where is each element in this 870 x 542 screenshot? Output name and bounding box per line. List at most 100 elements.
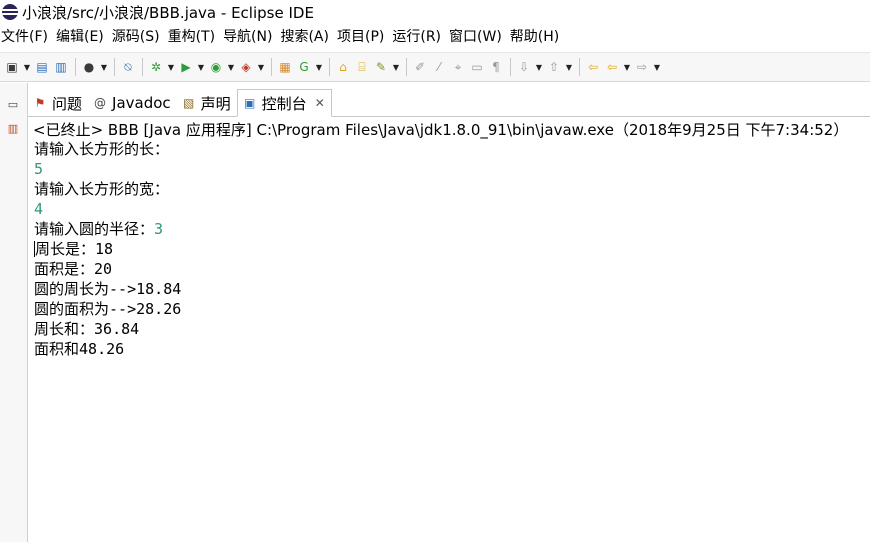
console-line: 面积是：20 <box>34 259 864 279</box>
debug-icon[interactable]: ✲ <box>147 58 165 76</box>
console-text: 圆的面积为 <box>34 300 110 318</box>
toolbar-separator <box>329 58 330 76</box>
menu-search[interactable]: 搜索(A) <box>280 26 336 46</box>
console-text: -->28.26 <box>109 300 182 318</box>
coverage-icon[interactable]: ◉ <box>207 58 225 76</box>
tab-label: 控制台 <box>261 94 307 113</box>
problems-icon: ⚑ <box>34 96 46 110</box>
back-icon[interactable]: ⇦ <box>603 58 621 76</box>
word-wrap-icon[interactable]: ▭ <box>468 58 486 76</box>
title-bar: 小浪浪/src/小浪浪/BBB.java - Eclipse IDE <box>0 0 870 24</box>
tab-label: 问题 <box>52 94 83 113</box>
console-line: 面积和48.26 <box>34 339 864 359</box>
window-title: 小浪浪/src/小浪浪/BBB.java - Eclipse IDE <box>22 3 314 22</box>
toolbar-separator <box>271 58 272 76</box>
toolbar-separator <box>406 58 407 76</box>
console-text: 20 <box>94 260 113 278</box>
last-edit-location-icon[interactable]: ⇦ <box>584 58 602 76</box>
run-icon[interactable]: ▶ <box>177 58 195 76</box>
forward-icon[interactable]: ⇨ <box>633 58 651 76</box>
tab-problems[interactable]: ⚑ 问题 <box>28 90 88 116</box>
console-line: 请输入长方形的宽： <box>34 180 170 198</box>
open-type-icon[interactable]: ⌂ <box>334 58 352 76</box>
console-text: 周长和： <box>34 320 95 338</box>
new-icon[interactable]: ▣ <box>3 58 21 76</box>
external-tools-icon[interactable]: ◈ <box>237 58 255 76</box>
menu-refactor[interactable]: 重构(T) <box>168 26 222 46</box>
console-line: 周长和：36.84 <box>34 319 864 339</box>
console-process-header: <已终止> BBB [Java 应用程序] C:\Program Files\J… <box>33 121 849 139</box>
previous-annotation-icon[interactable]: ⇧ <box>545 58 563 76</box>
menu-bar: 文件(F) 编辑(E) 源码(S) 重构(T) 导航(N) 搜索(A) 项目(P… <box>0 25 870 47</box>
external-tools-dropdown-icon[interactable]: ▼ <box>256 58 266 76</box>
restore-icon[interactable]: ▭ <box>6 97 20 111</box>
left-trim-bar: ▭ ▥ <box>0 83 28 542</box>
menu-window[interactable]: 窗口(W) <box>449 26 509 46</box>
run-dropdown-icon[interactable]: ▼ <box>196 58 206 76</box>
next-annotation-icon[interactable]: ⇩ <box>515 58 533 76</box>
tab-declaration[interactable]: ▧ 声明 <box>177 90 237 116</box>
console-line: 请输入圆的半径：3 <box>34 219 864 239</box>
next-annotation-dropdown-icon[interactable]: ▼ <box>534 58 544 76</box>
close-tab-icon[interactable]: ✕ <box>315 96 325 110</box>
tab-javadoc[interactable]: @ Javadoc <box>88 90 177 116</box>
console-text: 请输入圆的半径： <box>34 220 155 238</box>
toolbar-separator <box>75 58 76 76</box>
toolbar-separator <box>114 58 115 76</box>
toggle-breadcrumb-icon[interactable]: ⁄ <box>430 58 448 76</box>
menu-file[interactable]: 文件(F) <box>1 26 55 46</box>
toolbar-separator <box>142 58 143 76</box>
menu-project[interactable]: 项目(P) <box>337 26 391 46</box>
console-text: 18 <box>95 240 114 258</box>
menu-help[interactable]: 帮助(H) <box>510 26 566 46</box>
new-dropdown-icon[interactable]: ▼ <box>22 58 32 76</box>
perspective-dropdown-icon[interactable]: ▼ <box>99 58 109 76</box>
console-user-input: 3 <box>154 220 164 238</box>
toggle-mark-occurrences-icon[interactable]: ✐ <box>411 58 429 76</box>
console-user-input: 4 <box>34 200 44 218</box>
new-java-package-icon[interactable]: ▦ <box>276 58 294 76</box>
menu-navigate[interactable]: 导航(N) <box>223 26 279 46</box>
back-dropdown-icon[interactable]: ▼ <box>622 58 632 76</box>
console-text: 面积是： <box>34 260 95 278</box>
toolbar-separator <box>510 58 511 76</box>
search-icon[interactable]: ✎ <box>372 58 390 76</box>
save-icon[interactable]: ▤ <box>33 58 51 76</box>
javadoc-icon: @ <box>94 96 107 110</box>
previous-annotation-dropdown-icon[interactable]: ▼ <box>564 58 574 76</box>
console-line: 周长是：18 <box>34 239 864 259</box>
view-tab-bar: ⚑ 问题 @ Javadoc ▧ 声明 ▣ 控制台 ✕ <box>28 89 870 117</box>
save-all-icon[interactable]: ▥ <box>52 58 70 76</box>
block-selection-icon[interactable]: ⌖ <box>449 58 467 76</box>
tab-label: 声明 <box>200 94 231 113</box>
console-icon: ▣ <box>244 96 256 110</box>
menu-run[interactable]: 运行(R) <box>392 26 448 46</box>
skip-breakpoints-icon[interactable]: ⍉ <box>119 58 137 76</box>
tab-console[interactable]: ▣ 控制台 ✕ <box>236 89 332 117</box>
perspective-icon[interactable]: ● <box>80 58 98 76</box>
console-line: 请输入长方形的长： <box>34 140 170 158</box>
new-class-dropdown-icon[interactable]: ▼ <box>314 58 324 76</box>
console-line: 圆的周长为-->18.84 <box>34 279 864 299</box>
console-view-stack: ⚑ 问题 @ Javadoc ▧ 声明 ▣ 控制台 ✕ <已终止> BBB [J… <box>28 83 870 542</box>
console-text: 36.84 <box>94 320 140 338</box>
console-text: 圆的周长为 <box>34 280 110 298</box>
show-whitespace-icon[interactable]: ¶ <box>487 58 505 76</box>
console-text: 面积和 <box>34 340 80 358</box>
minimized-view-icon[interactable]: ▥ <box>6 121 20 135</box>
console-output[interactable]: 请输入长方形的长： 5 请输入长方形的宽： 4 请输入圆的半径：3 周长是：18… <box>34 139 864 359</box>
console-text: 周长是： <box>35 240 96 258</box>
console-user-input: 5 <box>34 160 44 178</box>
console-line: 圆的面积为-->28.26 <box>34 299 864 319</box>
coverage-dropdown-icon[interactable]: ▼ <box>226 58 236 76</box>
toolbar-separator <box>579 58 580 76</box>
debug-dropdown-icon[interactable]: ▼ <box>166 58 176 76</box>
search-dropdown-icon[interactable]: ▼ <box>391 58 401 76</box>
menu-edit[interactable]: 编辑(E) <box>56 26 111 46</box>
open-task-icon[interactable]: ⌸ <box>353 58 371 76</box>
menu-source[interactable]: 源码(S) <box>112 26 167 46</box>
eclipse-logo-icon <box>2 4 18 20</box>
console-text: 48.26 <box>79 340 125 358</box>
new-java-class-icon[interactable]: G <box>295 58 313 76</box>
forward-dropdown-icon[interactable]: ▼ <box>652 58 662 76</box>
